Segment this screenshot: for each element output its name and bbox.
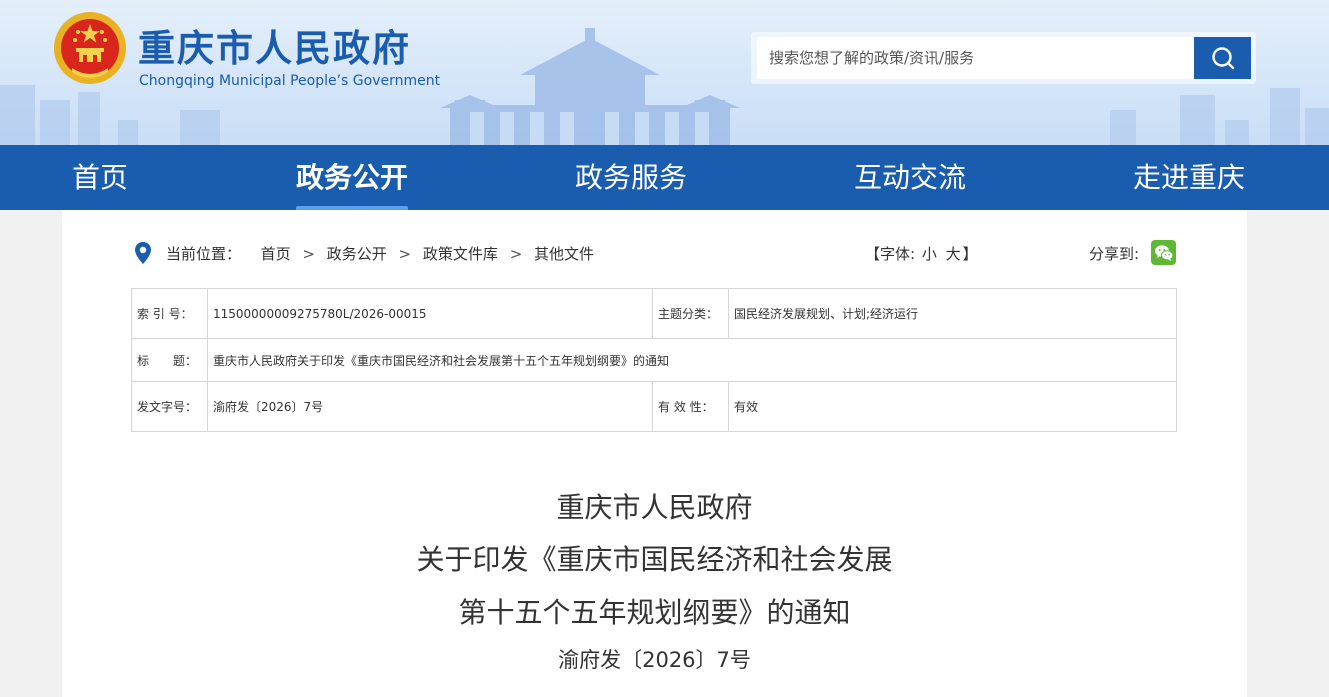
document-number: 渝府发〔2026〕7号 [558,648,751,672]
nav-interaction[interactable]: 互动交流 [854,145,966,210]
search-bar [751,32,1256,84]
validity-label: 有 效 性： [652,381,729,432]
document-title-line-1: 重庆市人民政府 [556,491,753,524]
index-number-value: 11500000009275780L/2026-00015 [207,288,653,339]
search-button[interactable] [1194,37,1251,79]
wechat-share-button[interactable] [1151,240,1176,265]
site-title: 重庆市人民政府 [138,27,411,70]
font-size-control: 【字体: 小 大】 [865,243,978,264]
site-subtitle: Chongqing Municipal People’s Government [139,73,441,89]
breadcrumb: 当前位置： 首页 > 政务公开 > 政策文件库 > 其他文件 [166,243,594,264]
breadcrumb-policy-library[interactable]: 政策文件库 [423,245,498,263]
nav-home[interactable]: 首页 [72,145,128,210]
breadcrumb-separator: > [398,245,412,263]
content-panel: 当前位置： 首页 > 政务公开 > 政策文件库 > 其他文件 【字体: 小 大】… [62,210,1247,697]
title-value: 重庆市人民政府关于印发《重庆市国民经济和社会发展第十五个五年规划纲要》的通知 [207,338,1177,382]
font-size-bracket: 】 [962,245,978,263]
table-row: 索 引 号： 11500000009275780L/2026-00015 主题分… [131,288,1177,339]
location-pin-icon [135,242,151,264]
breadcrumb-other-documents[interactable]: 其他文件 [534,245,594,263]
font-size-large-button[interactable]: 大 [946,245,961,263]
breadcrumb-government-affairs[interactable]: 政务公开 [327,245,387,263]
table-row: 标 题： 重庆市人民政府关于印发《重庆市国民经济和社会发展第十五个五年规划纲要》… [131,338,1177,382]
breadcrumb-separator: > [302,245,315,263]
nav-government-services[interactable]: 政务服务 [575,145,687,210]
search-icon [1211,47,1234,70]
topic-category-label: 主题分类： [652,288,729,339]
document-number-label: 发文字号： [131,381,208,432]
font-size-label: 【字体: [865,245,916,263]
nav-government-affairs-disclosure[interactable]: 政务公开 [296,145,409,210]
breadcrumb-home[interactable]: 首页 [261,245,291,263]
document-title-line-3: 第十五个五年规划纲要》的通知 [458,596,851,629]
document-title-line-2: 关于印发《重庆市国民经济和社会发展 [416,543,893,576]
national-emblem-logo [54,12,126,84]
site-header: 重庆市人民政府 Chongqing Municipal People’s Gov… [0,0,1329,145]
nav-about-chongqing[interactable]: 走进重庆 [1133,145,1245,210]
breadcrumb-prefix: 当前位置： [166,245,242,263]
breadcrumb-separator: > [509,245,523,263]
document-metadata-table: 索 引 号： 11500000009275780L/2026-00015 主题分… [131,288,1177,432]
font-size-small-button[interactable]: 小 [922,245,937,263]
share-label: 分享到: [1089,245,1140,263]
index-number-label: 索 引 号： [131,288,208,339]
search-input[interactable] [757,37,1195,79]
table-row: 发文字号： 渝府发〔2026〕7号 有 效 性： 有效 [131,381,1177,432]
validity-value: 有效 [728,381,1177,432]
topic-category-value: 国民经济发展规划、计划;经济运行 [728,288,1177,339]
main-nav: 首页 政务公开 政务服务 互动交流 走进重庆 [0,145,1329,210]
title-label: 标 题： [131,338,208,382]
document-number-value: 渝府发〔2026〕7号 [207,381,653,432]
wechat-icon [1154,244,1173,261]
